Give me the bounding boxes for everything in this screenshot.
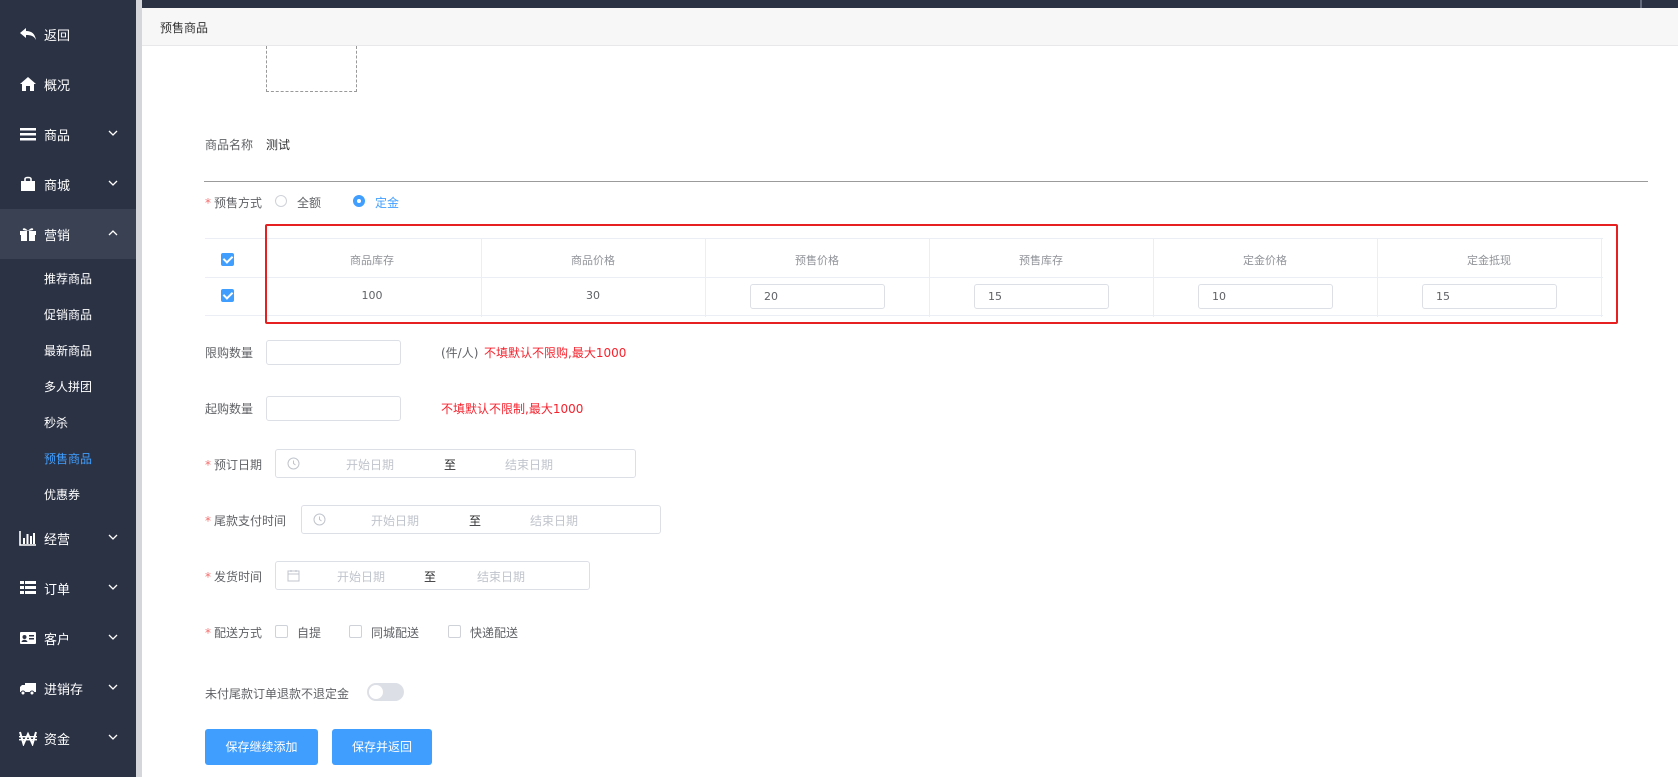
delivery-express-checkbox[interactable] xyxy=(448,625,461,638)
divider xyxy=(204,181,1648,182)
sidebar-subitem-promotion[interactable]: 促销商品 xyxy=(0,295,136,331)
gift-icon xyxy=(20,228,36,241)
delivery-pickup-label[interactable]: 自提 xyxy=(297,624,321,641)
chevron-down-icon xyxy=(108,180,118,186)
sidebar-item-overview[interactable]: 概况 xyxy=(0,59,136,109)
chevron-down-icon xyxy=(108,634,118,640)
goods-name-label: 商品名称 xyxy=(205,138,254,152)
delivery-pickup-checkbox[interactable] xyxy=(275,625,288,638)
image-upload-box[interactable] xyxy=(266,46,357,92)
home-icon xyxy=(20,77,36,91)
sidebar-item-label: 客户 xyxy=(44,633,71,648)
purchase-limit-hint: 不填默认不限购,最大1000 xyxy=(484,346,627,360)
range-separator: 至 xyxy=(469,514,482,528)
final-payment-time-label: * 尾款支付时间 xyxy=(205,514,287,528)
chevron-down-icon xyxy=(108,534,118,540)
radio-deposit[interactable] xyxy=(353,195,365,207)
sidebar-item-customers[interactable]: 客户 xyxy=(0,613,136,663)
highlight-annotation-box xyxy=(265,224,1618,324)
presale-method-label: * 预售方式 xyxy=(205,196,263,210)
won-currency-icon xyxy=(19,731,37,746)
radio-full-amount-label[interactable]: 全额 xyxy=(297,194,321,211)
save-continue-button[interactable]: 保存继续添加 xyxy=(205,729,318,765)
top-bar xyxy=(142,0,1678,8)
back-arrow-icon xyxy=(20,28,36,40)
sidebar-subitem-flash-sale[interactable]: 秒杀 xyxy=(0,403,136,439)
sidebar-subitem-group-buy[interactable]: 多人拼团 xyxy=(0,367,136,403)
delivery-method-label: * 配送方式 xyxy=(205,626,263,640)
select-all-checkbox[interactable] xyxy=(221,253,234,266)
purchase-limit-unit: (件/人) xyxy=(441,346,479,360)
final-payment-date-range[interactable]: 开始日期 至 结束日期 xyxy=(301,505,661,534)
truck-icon xyxy=(20,683,36,696)
sidebar-item-label: 营销 xyxy=(44,229,71,244)
min-purchase-input[interactable] xyxy=(266,396,401,421)
shopping-bag-icon xyxy=(21,176,35,191)
sidebar-item-label: 经营 xyxy=(44,533,71,548)
breadcrumb: 预售商品 xyxy=(142,8,1678,46)
sidebar-item-label: 商品 xyxy=(44,129,71,144)
sidebar-item-label: 返回 xyxy=(44,29,71,44)
ship-date-range[interactable]: 开始日期 至 结束日期 xyxy=(275,561,590,590)
end-date-placeholder: 结束日期 xyxy=(477,570,526,584)
sidebar-item-goods[interactable]: 商品 xyxy=(0,109,136,159)
calendar-icon xyxy=(287,570,300,582)
sidebar-item-mall[interactable]: 商城 xyxy=(0,159,136,209)
refund-deposit-label: 未付尾款订单退款不退定金 xyxy=(205,687,350,701)
booking-date-label: * 预订日期 xyxy=(205,458,263,472)
sidebar-item-orders[interactable]: 订单 xyxy=(0,563,136,613)
save-return-button[interactable]: 保存并返回 xyxy=(332,729,432,765)
end-date-placeholder: 结束日期 xyxy=(505,458,554,472)
sidebar-item-marketing[interactable]: 营销 xyxy=(0,209,136,259)
delivery-express-label[interactable]: 快递配送 xyxy=(470,624,518,641)
sidebar-item-operation[interactable]: 经营 xyxy=(0,513,136,563)
clock-icon xyxy=(287,457,300,470)
sidebar-item-back[interactable]: 返回 xyxy=(0,9,136,59)
id-card-icon xyxy=(20,632,36,644)
refund-deposit-toggle[interactable] xyxy=(367,683,404,701)
sidebar-subitem-presale[interactable]: 预售商品 xyxy=(0,439,136,475)
chevron-up-icon xyxy=(108,230,118,236)
sidebar-scrollbar[interactable] xyxy=(136,0,142,777)
list-icon xyxy=(20,128,36,141)
radio-full-amount[interactable] xyxy=(275,195,287,207)
chevron-down-icon xyxy=(108,684,118,690)
ship-time-label: * 发货时间 xyxy=(205,570,263,584)
booking-date-range[interactable]: 开始日期 至 结束日期 xyxy=(275,449,636,478)
page-title: 预售商品 xyxy=(160,21,209,35)
sidebar-item-funds[interactable]: 资金 xyxy=(0,713,136,763)
clock-icon xyxy=(313,513,326,526)
sidebar: 返回 概况 商品 商城 营销 推荐商品 促销商品 最新商品 多人拼团 秒杀 预售… xyxy=(0,0,136,777)
top-bar-divider xyxy=(1640,0,1642,8)
sidebar-item-label: 概况 xyxy=(44,79,71,94)
delivery-local-checkbox[interactable] xyxy=(349,625,362,638)
min-purchase-hint: 不填默认不限制,最大1000 xyxy=(441,402,584,416)
sidebar-item-label: 进销存 xyxy=(44,683,84,698)
start-date-placeholder: 开始日期 xyxy=(371,514,420,528)
sidebar-item-label: 订单 xyxy=(44,583,71,598)
goods-name-value: 测试 xyxy=(266,138,291,152)
sidebar-subitem-recommended[interactable]: 推荐商品 xyxy=(0,259,136,295)
end-date-placeholder: 结束日期 xyxy=(530,514,579,528)
range-separator: 至 xyxy=(424,570,437,584)
range-separator: 至 xyxy=(444,458,457,472)
purchase-limit-label: 限购数量 xyxy=(205,346,254,360)
sidebar-item-inventory[interactable]: 进销存 xyxy=(0,663,136,713)
radio-deposit-label[interactable]: 定金 xyxy=(375,194,399,211)
table-list-icon xyxy=(20,581,36,594)
sidebar-subitem-newest[interactable]: 最新商品 xyxy=(0,331,136,367)
bar-chart-icon xyxy=(19,531,36,546)
start-date-placeholder: 开始日期 xyxy=(346,458,395,472)
chevron-down-icon xyxy=(108,130,118,136)
min-purchase-label: 起购数量 xyxy=(205,402,254,416)
row-checkbox[interactable] xyxy=(221,289,234,302)
sidebar-item-label: 商城 xyxy=(44,179,71,194)
purchase-limit-input[interactable] xyxy=(266,340,401,365)
sidebar-item-label: 资金 xyxy=(44,733,71,748)
chevron-down-icon xyxy=(108,584,118,590)
start-date-placeholder: 开始日期 xyxy=(337,570,386,584)
chevron-down-icon xyxy=(108,734,118,740)
sidebar-subitem-coupons[interactable]: 优惠券 xyxy=(0,475,136,511)
delivery-local-label[interactable]: 同城配送 xyxy=(371,624,419,641)
